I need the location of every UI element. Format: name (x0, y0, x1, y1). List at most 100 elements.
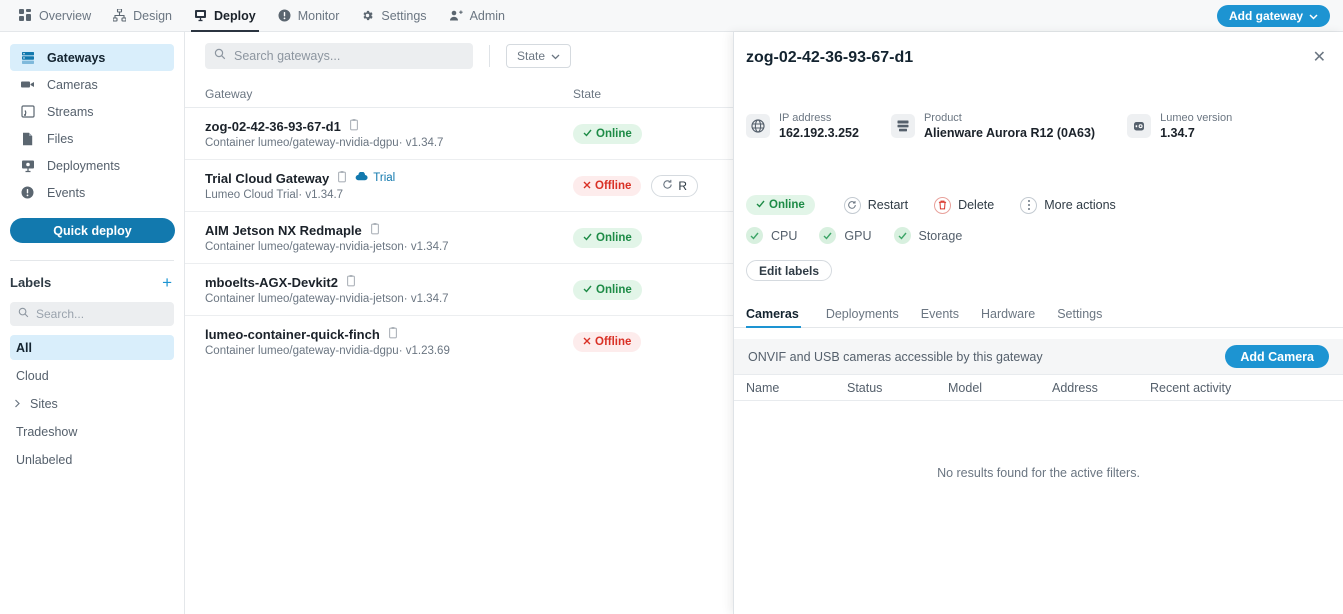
gateway-name: lumeo-container-quick-finch (205, 327, 573, 342)
grid-icon (19, 9, 32, 22)
gateway-search-input[interactable] (234, 49, 464, 63)
state-filter-dropdown[interactable]: State (506, 44, 572, 68)
state-cell: Online (573, 123, 713, 144)
gateway-subtitle: Container lumeo/gateway-nvidia-dgpu· v1.… (205, 136, 444, 149)
delete-button[interactable]: Delete (923, 194, 1005, 216)
sidebar-item-cameras[interactable]: Cameras (10, 71, 174, 98)
empty-state-message: No results found for the active filters. (937, 466, 1140, 480)
sidebar-item-events[interactable]: Events (10, 179, 174, 206)
add-gateway-button[interactable]: Add gateway (1216, 5, 1330, 27)
table-row[interactable]: zog-02-42-36-93-67-d1 Container lumeo/ga… (185, 108, 733, 160)
gateway-cell: AIM Jetson NX Redmaple Container lumeo/g… (205, 222, 573, 253)
copy-icon[interactable] (349, 118, 359, 134)
nav-item-deploy[interactable]: Deploy (183, 0, 267, 32)
nav-item-monitor[interactable]: Monitor (267, 0, 351, 32)
status-text: Online (596, 127, 632, 140)
more-actions-label: More actions (1044, 198, 1116, 212)
chevron-right-icon[interactable] (10, 399, 24, 408)
label-search-box[interactable] (10, 302, 174, 326)
check-icon (746, 227, 763, 244)
label-item-unlabeled[interactable]: Unlabeled (10, 447, 174, 472)
gateway-search-box[interactable] (205, 43, 473, 69)
status-badge: Offline (573, 175, 642, 196)
sidebar-item-streams[interactable]: Streams (10, 98, 174, 125)
copy-icon[interactable] (388, 327, 398, 342)
label-item-tradeshow[interactable]: Tradeshow (10, 419, 174, 444)
sidebar-item-label: Events (47, 185, 86, 200)
sidebar-item-deployments[interactable]: Deployments (10, 152, 174, 179)
tab-events[interactable]: Events (910, 300, 970, 328)
label-item-cloud[interactable]: Cloud (10, 363, 174, 388)
label-item-sites[interactable]: Sites (10, 391, 174, 416)
gateway-icon (20, 51, 35, 65)
cameras-banner-text: ONVIF and USB cameras accessible by this… (748, 349, 1043, 364)
label-item-all[interactable]: All (10, 335, 174, 360)
chevron-down-icon (1309, 9, 1318, 23)
status-badge: Online (573, 227, 642, 248)
label-search-input[interactable] (36, 307, 166, 321)
gateway-name-text: mboelts-AGX-Devkit2 (205, 274, 338, 290)
table-row[interactable]: Trial Cloud Gateway Trial Lumeo Cloud Tr… (185, 160, 733, 212)
add-camera-button[interactable]: Add Camera (1225, 345, 1329, 368)
state-filter-label: State (517, 49, 546, 63)
gateway-name-text: lumeo-container-quick-finch (205, 327, 380, 342)
column-header-recent-activity: Recent activity (1150, 380, 1232, 395)
copy-icon[interactable] (346, 274, 356, 290)
row-restart-button[interactable]: R (651, 174, 699, 197)
sidebar-item-gateways[interactable]: Gateways (10, 44, 174, 71)
gateway-name: Trial Cloud Gateway Trial (205, 170, 573, 186)
check-icon (583, 232, 592, 244)
nav-item-design[interactable]: Design (102, 0, 183, 32)
check-icon (583, 284, 592, 296)
gateway-subtitle: Lumeo Cloud Trial· v1.34.7 (205, 188, 344, 201)
table-row[interactable]: mboelts-AGX-Devkit2 Container lumeo/gate… (185, 264, 733, 316)
health-storage: Storage (893, 227, 962, 244)
nav-item-admin[interactable]: Admin (438, 0, 516, 32)
close-icon (583, 336, 591, 348)
top-nav-items: Overview Design Deploy Monitor Settings (8, 0, 516, 32)
nav-item-overview[interactable]: Overview (8, 0, 102, 32)
tab-deployments[interactable]: Deployments (815, 300, 910, 328)
trash-icon (934, 196, 952, 214)
tab-hardware[interactable]: Hardware (970, 300, 1046, 328)
table-row[interactable]: lumeo-container-quick-finch Container lu… (185, 316, 733, 368)
label-item-text: Sites (30, 396, 58, 411)
quick-deploy-button[interactable]: Quick deploy (10, 218, 175, 243)
meta-value: Alienware Aurora R12 (0A63) (923, 126, 1096, 140)
chip-icon (1127, 114, 1152, 138)
column-header-state: State (573, 86, 602, 101)
copy-icon[interactable] (337, 170, 347, 186)
refresh-icon (843, 196, 861, 214)
add-label-icon[interactable]: + (162, 274, 172, 291)
globe-icon (746, 114, 770, 138)
gateway-table-header: Gateway State (185, 80, 733, 108)
deployment-icon (20, 159, 35, 173)
close-icon[interactable]: ✕ (1313, 50, 1326, 66)
label-item-text: Tradeshow (16, 424, 78, 439)
sidebar-item-files[interactable]: Files (10, 125, 174, 152)
nav-label: Settings (381, 8, 427, 23)
table-row[interactable]: AIM Jetson NX Redmaple Container lumeo/g… (185, 212, 733, 264)
user-add-icon (449, 9, 463, 22)
nav-item-settings[interactable]: Settings (350, 0, 437, 32)
edit-labels-button[interactable]: Edit labels (746, 260, 833, 281)
gateway-cell: zog-02-42-36-93-67-d1 Container lumeo/ga… (205, 118, 573, 149)
monitor-deploy-icon (194, 9, 207, 22)
gateway-cell: Trial Cloud Gateway Trial Lumeo Cloud Tr… (205, 170, 573, 201)
sidebar-item-label: Deployments (47, 158, 120, 173)
alert-circle-icon (278, 9, 291, 22)
trial-label: Trial (373, 172, 396, 184)
restart-button[interactable]: Restart (833, 194, 919, 216)
gateway-name: mboelts-AGX-Devkit2 (205, 274, 573, 290)
gateway-name-text: AIM Jetson NX Redmaple (205, 222, 362, 238)
cloud-icon (355, 171, 368, 184)
more-actions-button[interactable]: More actions (1009, 194, 1127, 216)
tab-settings[interactable]: Settings (1046, 300, 1113, 328)
copy-icon[interactable] (370, 222, 380, 238)
trial-badge: Trial (355, 171, 396, 184)
tab-cameras[interactable]: Cameras (746, 300, 815, 328)
refresh-icon (662, 179, 673, 193)
detail-tabs: Cameras Deployments Events Hardware Sett… (734, 300, 1343, 328)
status-text: Offline (595, 179, 632, 192)
tab-label: Cameras (746, 307, 799, 321)
